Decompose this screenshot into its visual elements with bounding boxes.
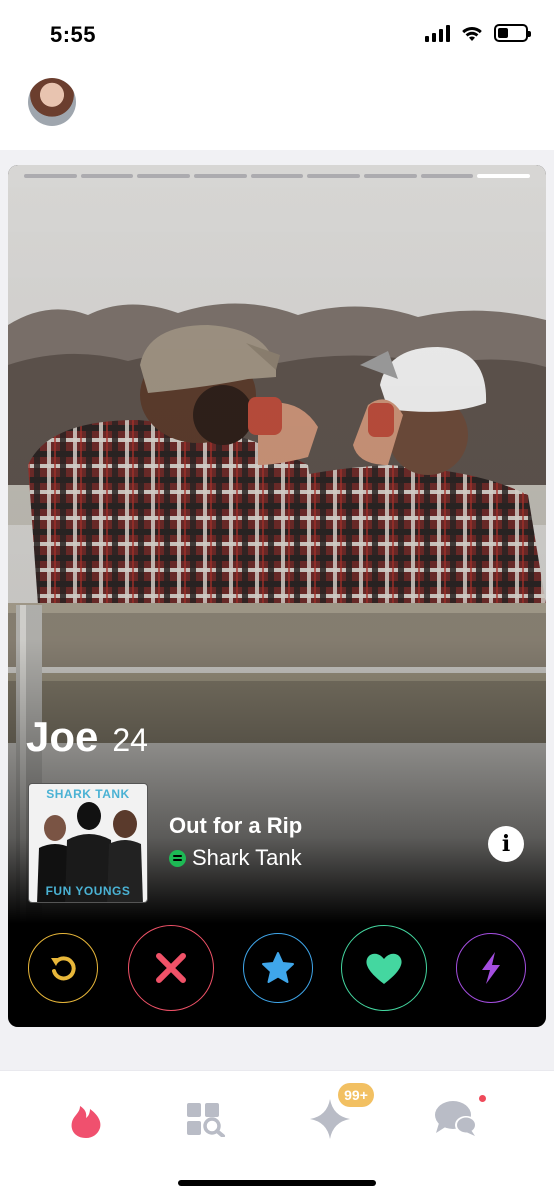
discover-icon xyxy=(187,1103,225,1137)
info-icon: i xyxy=(501,831,511,857)
wifi-icon xyxy=(462,26,482,41)
profile-name-row: Joe 24 xyxy=(26,713,148,761)
anthem-artist: Shark Tank xyxy=(192,845,302,870)
photo-indicator[interactable] xyxy=(420,174,474,178)
like-icon xyxy=(366,953,402,984)
photo-progress xyxy=(24,174,531,178)
photo-indicator-active[interactable] xyxy=(477,174,531,178)
anthem-song-title: Out for a Rip xyxy=(169,813,303,838)
profile-info-button[interactable]: i xyxy=(488,826,524,862)
like-button[interactable] xyxy=(341,925,427,1011)
photo-indicator[interactable] xyxy=(137,174,191,178)
nope-button[interactable] xyxy=(128,925,214,1011)
top-picks-badge: 99+ xyxy=(338,1083,374,1107)
status-icons xyxy=(425,24,531,42)
photo-indicator[interactable] xyxy=(24,174,77,178)
nope-icon xyxy=(156,953,186,983)
photo-indicator[interactable] xyxy=(80,174,134,178)
photo-indicator[interactable] xyxy=(307,174,361,178)
tab-messages[interactable] xyxy=(433,1095,481,1143)
profile-card[interactable]: Joe 24 SHARK TANK FUN YOUNGS Out for a R… xyxy=(8,165,546,1027)
photo-indicator[interactable] xyxy=(364,174,417,178)
cellular-signal-icon xyxy=(425,24,450,42)
profile-avatar[interactable] xyxy=(28,78,76,126)
profile-name: Joe xyxy=(26,713,99,760)
anthem-album-art[interactable]: SHARK TANK FUN YOUNGS xyxy=(28,783,148,903)
battery-icon xyxy=(494,24,531,42)
rewind-icon xyxy=(51,956,76,981)
rewind-button[interactable] xyxy=(28,933,98,1003)
unread-messages-dot xyxy=(479,1095,486,1102)
profile-age: 24 xyxy=(112,722,148,758)
status-bar: 5:55 xyxy=(0,0,554,70)
spotify-icon xyxy=(169,849,186,867)
battery-fill xyxy=(498,28,509,38)
album-title-bottom: FUN YOUNGS xyxy=(45,884,131,898)
home-indicator[interactable] xyxy=(178,1180,376,1186)
flame-icon xyxy=(71,1106,101,1138)
anthem-artist-row: Shark Tank xyxy=(169,845,302,871)
messages-icon xyxy=(435,1101,477,1136)
super-like-icon xyxy=(262,952,294,983)
status-time: 5:55 xyxy=(50,22,97,47)
photo-indicator[interactable] xyxy=(194,174,247,178)
boost-icon xyxy=(482,952,500,984)
super-like-button[interactable] xyxy=(243,933,313,1003)
photo-indicator[interactable] xyxy=(250,174,304,178)
action-bar xyxy=(8,923,546,1013)
boost-button[interactable] xyxy=(456,933,526,1003)
album-title-top: SHARK TANK xyxy=(46,787,130,801)
tab-discover[interactable] xyxy=(182,1095,230,1143)
tab-swipe[interactable] xyxy=(62,1095,110,1143)
